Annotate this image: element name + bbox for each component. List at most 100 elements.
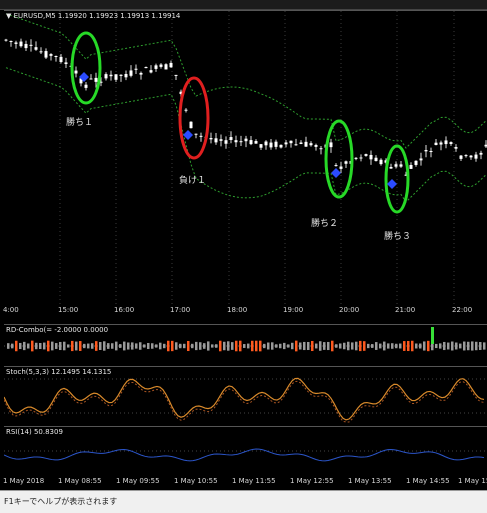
rd-bar: [103, 341, 106, 350]
rd-bar: [91, 343, 94, 349]
candle-body: [400, 164, 403, 166]
rd-bar: [187, 341, 190, 351]
rd-bar: [423, 341, 426, 350]
rd-bar: [359, 341, 362, 351]
rd-bar: [315, 344, 318, 349]
candle-body: [435, 143, 438, 145]
rd-bar: [59, 342, 62, 350]
price-chart-canvas: [4, 11, 487, 304]
candle-body: [295, 144, 298, 145]
rd-bar: [39, 343, 42, 349]
rd-bar: [343, 343, 346, 350]
rd-bar: [7, 343, 10, 349]
rd-bar: [351, 342, 354, 349]
rd-bar: [291, 343, 294, 349]
candle-body: [125, 74, 128, 77]
candle-body: [130, 70, 133, 75]
candle-body: [420, 158, 423, 160]
candle-body: [110, 75, 113, 76]
loss-label-1: 負け１: [179, 173, 206, 186]
time-tick: 1 May 08:55: [58, 477, 102, 485]
rd-combo-indicator-pane[interactable]: RD-Combo(= -2.0000 0.0000: [4, 324, 487, 367]
rd-bar: [99, 342, 102, 350]
candle-body: [445, 140, 448, 144]
candle-body: [335, 165, 338, 166]
rd-bar: [67, 344, 70, 347]
rd-bar: [179, 344, 182, 348]
rd-bar: [383, 342, 386, 351]
candle-body: [330, 142, 333, 147]
candle-body: [175, 75, 178, 76]
price-chart-pane[interactable]: ▼ EURUSD,M5 1.19920 1.19923 1.19913 1.19…: [4, 10, 487, 304]
candle-body: [430, 151, 433, 152]
rd-bar: [331, 341, 334, 352]
loss-ellipse-1: [180, 78, 208, 158]
rd-bar: [303, 342, 306, 350]
rsi-indicator-pane[interactable]: RSI(14) 50.8309: [4, 426, 487, 475]
rd-bar: [319, 341, 322, 351]
time-tick: 22:00: [452, 306, 472, 314]
candle-body: [320, 148, 323, 149]
bollinger-lower-band: [6, 68, 486, 202]
candle-body: [275, 142, 278, 147]
candle-body: [75, 71, 78, 74]
candle-body: [455, 147, 458, 149]
rd-bar: [387, 343, 390, 348]
rd-bar: [147, 343, 150, 349]
rd-bar: [355, 342, 358, 351]
rd-bar: [87, 344, 90, 349]
rd-bar: [439, 343, 442, 348]
time-tick: 1 May 15: [458, 477, 487, 485]
candle-body: [20, 42, 23, 47]
rd-bar: [191, 344, 194, 348]
time-tick: 1 May 09:55: [116, 477, 160, 485]
rd-bar: [327, 342, 330, 350]
candle-body: [60, 57, 63, 62]
candle-body: [210, 138, 213, 139]
candle-body: [260, 144, 263, 148]
candle-body: [200, 136, 203, 137]
rd-bar: [127, 342, 130, 349]
candle-body: [30, 45, 33, 46]
rd-bar: [11, 344, 14, 349]
candle-body: [90, 79, 93, 80]
rd-bar: [115, 342, 118, 351]
rsi-canvas: [4, 427, 487, 475]
rd-bar: [367, 344, 370, 348]
candle-body: [480, 153, 483, 155]
candle-body: [105, 74, 108, 78]
candle-body: [290, 141, 293, 143]
status-text: F1キーでヘルプが表示されます: [4, 496, 117, 507]
rd-bar: [55, 343, 58, 349]
rd-bar: [447, 343, 450, 350]
candle-body: [230, 137, 233, 140]
candle-body: [85, 85, 88, 88]
candle-body: [65, 62, 68, 64]
win-ellipse-2: [326, 121, 352, 197]
win-label-3: 勝ち３: [384, 229, 411, 242]
rd-bar: [35, 343, 38, 349]
candle-body: [140, 73, 143, 75]
rd-bar: [231, 342, 234, 350]
rd-bar: [95, 341, 98, 351]
rd-bar: [287, 344, 290, 347]
rd-bar: [411, 341, 414, 351]
rd-bar: [79, 341, 82, 351]
rd-bar: [427, 341, 430, 351]
bottom-time-axis: 1 May 2018 1 May 08:55 1 May 09:55 1 May…: [0, 474, 487, 490]
time-tick: 18:00: [227, 306, 247, 314]
candle-body: [220, 139, 223, 141]
time-axis: 4:00 15:00 16:00 17:00 18:00 19:00 20:00…: [0, 304, 487, 322]
time-tick: 21:00: [395, 306, 415, 314]
rd-bar: [395, 344, 398, 348]
stoch-title: Stoch(5,3,3) 12.1495 14.1315: [6, 368, 111, 376]
candle-body: [395, 164, 398, 166]
rd-bar: [323, 342, 326, 350]
rd-bar: [363, 341, 366, 351]
symbol-info-label: ▼ EURUSD,M5 1.19920 1.19923 1.19913 1.19…: [6, 12, 180, 20]
stochastic-indicator-pane[interactable]: Stoch(5,3,3) 12.1495 14.1315: [4, 366, 487, 425]
candle-body: [340, 166, 343, 168]
rd-bar: [167, 341, 170, 351]
rd-bar: [151, 343, 154, 349]
rd-bar: [251, 341, 254, 351]
